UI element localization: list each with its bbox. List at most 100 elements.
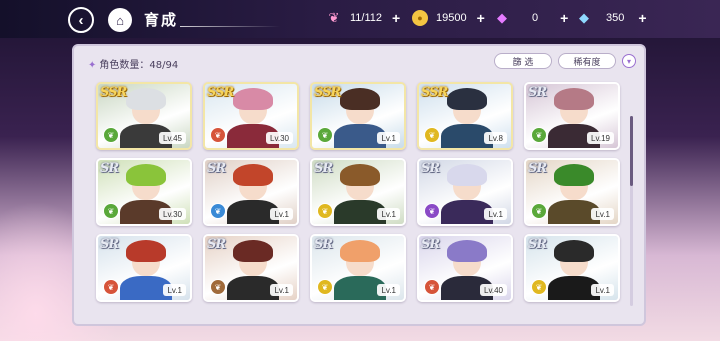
resource-candy: ❦ 11/112 + (326, 10, 401, 26)
scrollbar-thumb[interactable] (630, 116, 633, 186)
rarity-badge: SR (100, 161, 119, 176)
rarity-badge: SR (314, 161, 333, 176)
back-arrow-icon: ‹ (78, 11, 84, 29)
rarity-badge: SSR (421, 85, 448, 100)
title-underline-decoration (180, 26, 280, 27)
attribute-icon: ❦ (531, 279, 547, 295)
attribute-icon: ❦ (317, 127, 333, 143)
attribute-icon: ❦ (103, 203, 119, 219)
level-badge: Lv.19 (587, 132, 614, 144)
character-hair (340, 240, 380, 262)
level-badge: Lv.1 (163, 284, 186, 296)
character-card[interactable]: SSR ❦ Lv.45 (96, 82, 192, 150)
character-card[interactable]: SR ❦ Lv.19 (524, 82, 620, 150)
resource-coin: ● 19500 + (412, 10, 485, 26)
add-gem-free-button[interactable]: + (638, 10, 646, 26)
level-badge: Lv.1 (270, 208, 293, 220)
character-hair (126, 88, 166, 110)
page-title: 育成 (144, 12, 179, 29)
attribute-icon: ❦ (210, 279, 226, 295)
character-card[interactable]: SR ❦ Lv.1 (96, 234, 192, 302)
character-hair (554, 88, 594, 110)
add-coin-button[interactable]: + (477, 10, 485, 26)
level-badge: Lv.30 (159, 208, 186, 220)
character-hair (554, 240, 594, 262)
attribute-icon: ❦ (103, 127, 119, 143)
gem-paid-value: 0 (532, 12, 539, 24)
add-gem-paid-button[interactable]: + (560, 10, 568, 26)
sort-rarity-button[interactable]: 稀有度 (558, 53, 616, 69)
character-grid: SSR ❦ Lv.45 SSR ❦ Lv.30 SSR ❦ Lv.1 SSR ❦… (96, 82, 626, 302)
rarity-badge: SR (421, 237, 440, 252)
filter-button[interactable]: 篩 选 (494, 53, 552, 69)
rarity-badge: SR (100, 237, 119, 252)
sort-order-dropdown-icon[interactable]: ▾ (622, 54, 636, 68)
level-badge: Lv.1 (377, 284, 400, 296)
attribute-icon: ❦ (424, 127, 440, 143)
coin-icon: ● (412, 10, 428, 26)
character-hair (233, 88, 273, 110)
top-bar: ‹ ⌂ 育成 ❦ 11/112 + ● 19500 + ◆ 0 + ◆ 350 … (0, 0, 720, 38)
attribute-icon: ❦ (317, 203, 333, 219)
attribute-icon: ❦ (531, 127, 547, 143)
level-badge: Lv.1 (377, 132, 400, 144)
resource-gem-free: ◆ 350 + (576, 10, 647, 26)
gem-free-value: 350 (606, 12, 625, 24)
back-button[interactable]: ‹ (68, 7, 94, 33)
rarity-badge: SR (528, 237, 547, 252)
gem-paid-icon: ◆ (497, 10, 507, 25)
attribute-icon: ❦ (210, 127, 226, 143)
rarity-badge: SR (207, 161, 226, 176)
character-count-text: 角色数量：48/94 (99, 60, 179, 71)
character-hair (340, 88, 380, 110)
sparkle-icon: ✦ (88, 60, 97, 71)
level-badge: Lv.40 (480, 284, 507, 296)
level-badge: Lv.30 (266, 132, 293, 144)
character-hair (126, 240, 166, 262)
character-hair (447, 240, 487, 262)
rarity-badge: SR (207, 237, 226, 252)
character-count: ✦ 角色数量：48/94 (88, 56, 178, 71)
rarity-badge: SR (528, 161, 547, 176)
level-badge: Lv.8 (484, 132, 507, 144)
character-card[interactable]: SR ❦ Lv.1 (310, 234, 406, 302)
coin-value: 19500 (436, 12, 467, 24)
rarity-badge: SR (314, 237, 333, 252)
character-hair (447, 164, 487, 186)
level-badge: Lv.1 (270, 284, 293, 296)
character-card[interactable]: SR ❦ Lv.30 (96, 158, 192, 226)
character-hair (554, 164, 594, 186)
character-card[interactable]: SR ❦ Lv.1 (203, 158, 299, 226)
character-card[interactable]: SSR ❦ Lv.30 (203, 82, 299, 150)
candy-value: 11/112 (350, 12, 383, 24)
level-badge: Lv.45 (159, 132, 186, 144)
home-button[interactable]: ⌂ (108, 8, 132, 32)
character-hair (126, 164, 166, 186)
rarity-badge: SSR (207, 85, 234, 100)
level-badge: Lv.1 (377, 208, 400, 220)
add-candy-button[interactable]: + (392, 10, 400, 26)
character-hair (233, 240, 273, 262)
character-card[interactable]: SSR ❦ Lv.8 (417, 82, 513, 150)
attribute-icon: ❦ (103, 279, 119, 295)
character-card[interactable]: SR ❦ Lv.1 (310, 158, 406, 226)
home-icon: ⌂ (116, 12, 124, 28)
attribute-icon: ❦ (424, 279, 440, 295)
rarity-badge: SR (421, 161, 440, 176)
character-card[interactable]: SR ❦ Lv.40 (417, 234, 513, 302)
rarity-badge: SSR (100, 85, 127, 100)
rarity-badge: SR (528, 85, 547, 100)
scrollbar[interactable] (630, 116, 633, 306)
character-card[interactable]: SR ❦ Lv.1 (203, 234, 299, 302)
attribute-icon: ❦ (531, 203, 547, 219)
candy-icon: ❦ (328, 10, 340, 25)
level-badge: Lv.1 (591, 284, 614, 296)
character-card[interactable]: SR ❦ Lv.1 (524, 158, 620, 226)
character-hair (233, 164, 273, 186)
attribute-icon: ❦ (424, 203, 440, 219)
character-card[interactable]: SSR ❦ Lv.1 (310, 82, 406, 150)
character-card[interactable]: SR ❦ Lv.1 (524, 234, 620, 302)
panel-header: ✦ 角色数量：48/94 篩 选 稀有度 ▾ (74, 46, 644, 76)
resource-gem-paid: ◆ 0 + (494, 10, 568, 26)
character-card[interactable]: SR ❦ Lv.1 (417, 158, 513, 226)
